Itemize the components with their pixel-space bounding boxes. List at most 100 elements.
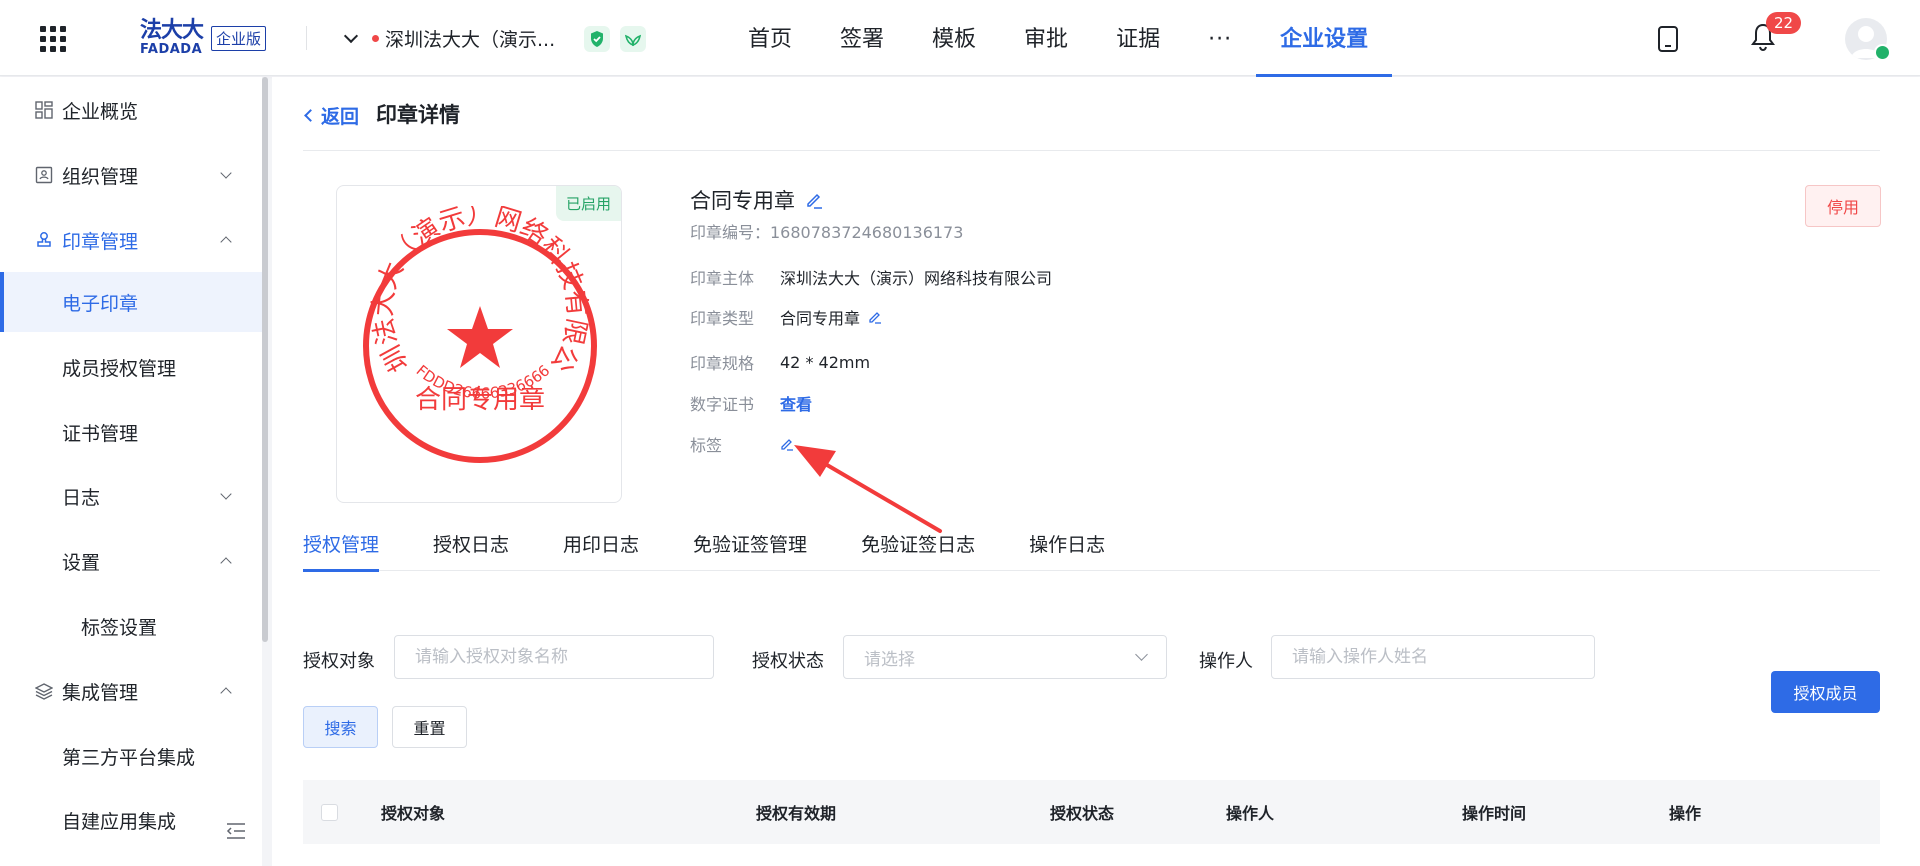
top-header: 法大大 FADADA 企业版 深圳法大大（演示... 首页 签署 模板 审批 证… [0, 0, 1920, 77]
sidebar-item-settings[interactable]: 设置 [0, 531, 262, 591]
sidebar: 企业概览 组织管理 印章管理 电子印章 成员授权管理 证书管理 日志 设置 标签… [0, 77, 262, 866]
seal-name: 合同专用章 [690, 189, 795, 213]
sidebar-item-seal-management[interactable]: 印章管理 [0, 210, 262, 270]
leaf-icon[interactable] [620, 26, 646, 52]
sidebar-item-integration[interactable]: 集成管理 [0, 661, 262, 721]
tab-free-sign[interactable]: 免验证签管理 [693, 527, 807, 571]
stamp-icon [34, 230, 54, 250]
sidebar-item-third-party[interactable]: 第三方平台集成 [0, 726, 262, 786]
detail-value: 42 * 42mm [780, 352, 871, 372]
edit-icon[interactable] [868, 310, 882, 324]
column-header: 授权状态 [1050, 804, 1115, 823]
org-switcher[interactable]: 深圳法大大（演示... [343, 24, 555, 52]
chevron-down-icon [220, 167, 232, 179]
grant-member-button[interactable]: 授权成员 [1771, 671, 1880, 713]
mobile-icon[interactable] [1658, 26, 1678, 52]
main-nav: 首页 签署 模板 审批 证据 ··· 企业设置 [724, 0, 1393, 77]
detail-row-subject: 印章主体 深圳法大大（演示）网络科技有限公司 [690, 265, 1052, 289]
header-divider [306, 26, 307, 50]
reset-button[interactable]: 重置 [392, 706, 467, 748]
sidebar-item-overview[interactable]: 企业概览 [0, 80, 262, 140]
status-placeholder: 请选择 [864, 649, 915, 670]
detail-key: 印章类型 [690, 309, 755, 328]
nav-template[interactable]: 模板 [908, 0, 1000, 76]
notification-badge: 22 [1766, 12, 1802, 34]
chevron-down-icon [343, 28, 359, 43]
verified-check-icon [1874, 44, 1891, 61]
seal-preview-card: 深圳法大大（演示）网络科技有限公司 合同专用章 FDDD26666336666 … [336, 185, 622, 503]
status-select[interactable]: 请选择 [843, 635, 1167, 679]
tab-authorization-log[interactable]: 授权日志 [433, 527, 509, 571]
disable-seal-button[interactable]: 停用 [1805, 185, 1881, 227]
status-label: 授权状态 [752, 651, 824, 672]
column-header: 授权对象 [381, 804, 446, 823]
tab-free-sign-log[interactable]: 免验证签日志 [861, 527, 975, 571]
search-button[interactable]: 搜索 [303, 706, 378, 748]
sidebar-item-label: 设置 [62, 551, 101, 574]
target-input[interactable] [394, 635, 714, 679]
chevron-up-icon [220, 687, 232, 699]
tab-authorization[interactable]: 授权管理 [303, 527, 380, 572]
operator-label: 操作人 [1199, 651, 1253, 672]
operator-input[interactable] [1271, 635, 1595, 679]
sidebar-item-custom-app[interactable]: 自建应用集成 [0, 790, 262, 850]
seal-name-row: 合同专用章 [690, 185, 823, 215]
sidebar-item-label: 第三方平台集成 [62, 746, 196, 769]
edit-icon[interactable] [805, 191, 823, 209]
chevron-up-icon [220, 557, 232, 569]
dashboard-icon [34, 100, 54, 120]
app-grid-icon[interactable] [40, 26, 66, 52]
nav-enterprise-settings[interactable]: 企业设置 [1256, 0, 1393, 77]
column-header: 授权有效期 [756, 804, 837, 823]
sidebar-item-certificates[interactable]: 证书管理 [0, 402, 262, 462]
annotation-arrow [794, 445, 942, 533]
select-all-checkbox[interactable] [321, 804, 338, 821]
detail-row-certificate: 数字证书 查看 [690, 391, 812, 415]
detail-value: 深圳法大大（演示）网络科技有限公司 [780, 269, 1053, 288]
nav-sign[interactable]: 签署 [816, 0, 908, 76]
nav-evidence[interactable]: 证据 [1092, 0, 1184, 76]
nav-more-icon[interactable]: ··· [1184, 0, 1256, 76]
back-link[interactable]: 返回 [304, 102, 360, 129]
collapse-sidebar-icon[interactable] [226, 822, 246, 840]
sidebar-item-label: 日志 [62, 486, 101, 509]
sidebar-item-label: 电子印章 [62, 292, 139, 315]
verified-shield-icon[interactable] [584, 26, 610, 52]
chevron-up-icon [220, 236, 232, 248]
view-certificate-link[interactable]: 查看 [780, 391, 812, 415]
detail-key: 印章主体 [690, 269, 755, 288]
sidebar-item-label: 标签设置 [81, 616, 158, 639]
sidebar-item-organization[interactable]: 组织管理 [0, 145, 262, 205]
tab-operation-log[interactable]: 操作日志 [1029, 527, 1105, 571]
sidebar-item-logs[interactable]: 日志 [0, 466, 262, 526]
tab-usage-log[interactable]: 用印日志 [563, 527, 639, 571]
detail-key: 印章规格 [690, 354, 755, 373]
sidebar-item-member-authorization[interactable]: 成员授权管理 [0, 337, 262, 397]
sidebar-item-label: 组织管理 [62, 165, 139, 188]
sidebar-item-label: 自建应用集成 [62, 810, 177, 833]
seal-status-badge: 已启用 [555, 186, 621, 221]
logo-cn: 法大大 [140, 18, 204, 43]
sidebar-item-label: 企业概览 [62, 100, 139, 123]
detail-tabs: 授权管理 授权日志 用印日志 免验证签管理 免验证签日志 操作日志 [303, 527, 1880, 572]
nav-approval[interactable]: 审批 [1000, 0, 1092, 76]
divider [303, 150, 1880, 151]
brand-logo[interactable]: 法大大 FADADA 企业版 [140, 18, 267, 56]
detail-key: 标签 [690, 436, 723, 455]
detail-row-spec: 印章规格 42 * 42mm [690, 350, 870, 374]
chevron-down-icon [1135, 648, 1148, 661]
org-cert-icons [584, 26, 646, 52]
sidebar-item-label: 集成管理 [62, 681, 139, 704]
sidebar-item-electronic-seal[interactable]: 电子印章 [0, 272, 262, 332]
table-header: 授权对象 授权有效期 授权状态 操作人 操作时间 操作 [303, 780, 1880, 844]
org-status-dot [372, 34, 379, 42]
sidebar-item-tag-settings[interactable]: 标签设置 [0, 596, 262, 656]
chevron-down-icon [220, 488, 232, 500]
column-header: 操作 [1669, 804, 1702, 823]
main-content: 返回 印章详情 深圳法大大（演示）网络科技有限公司 合同专用章 FDDD2666… [272, 77, 1920, 866]
sidebar-scrollbar[interactable] [262, 77, 268, 642]
nav-home[interactable]: 首页 [724, 0, 816, 76]
seal-image: 深圳法大大（演示）网络科技有限公司 合同专用章 FDDD26666336666 [357, 206, 597, 463]
detail-key: 数字证书 [690, 395, 755, 414]
back-label: 返回 [321, 106, 360, 128]
